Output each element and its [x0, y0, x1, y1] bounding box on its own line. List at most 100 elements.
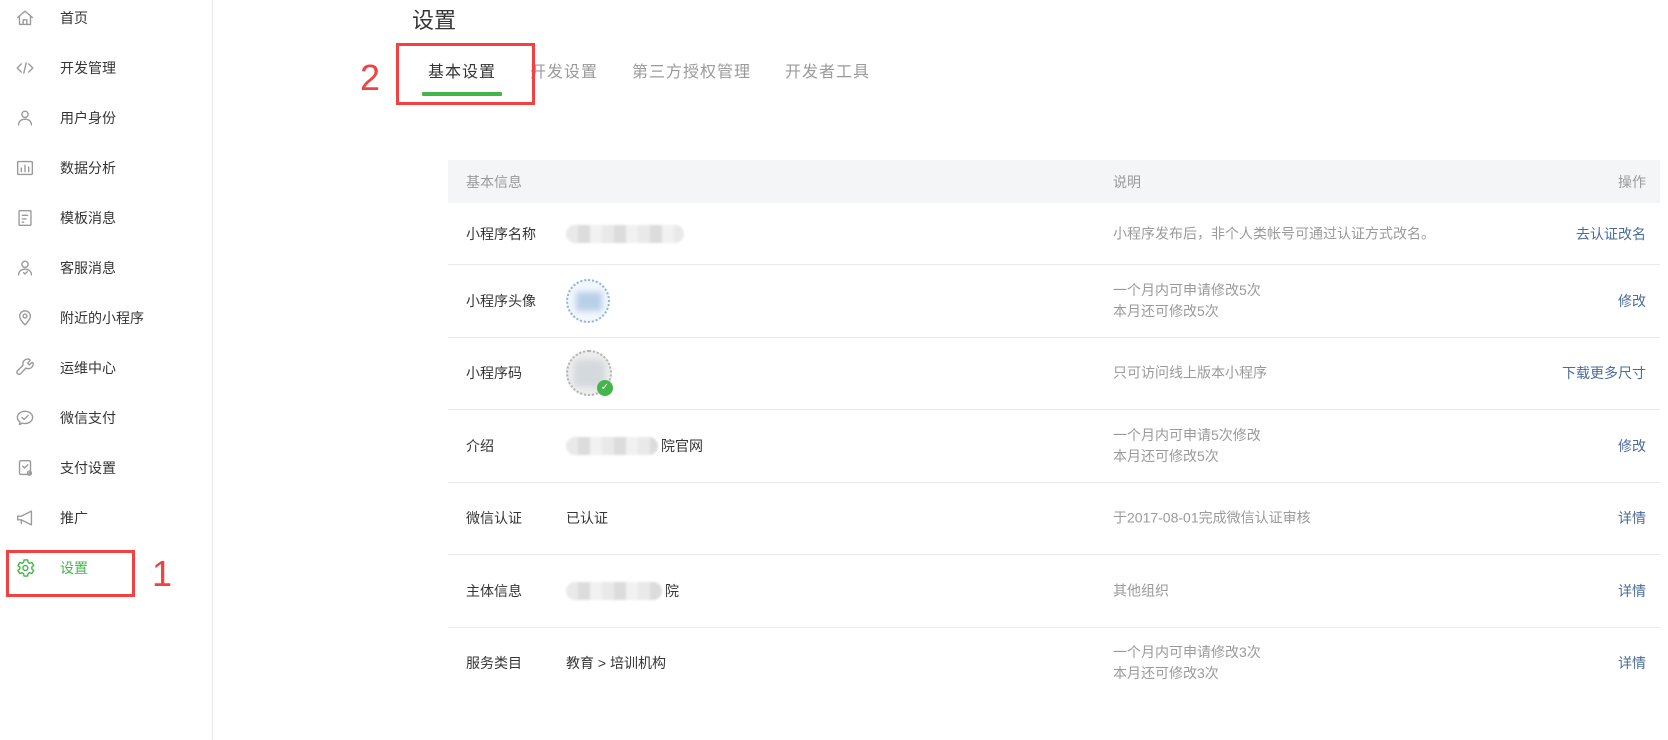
- row-action-link[interactable]: 详情: [1618, 583, 1646, 599]
- megaphone-icon: [14, 507, 36, 529]
- annotation-box-basic-settings-tab: [396, 43, 535, 105]
- sidebar-item-label: 开发管理: [60, 58, 116, 78]
- tab-3[interactable]: 第三方授权管理: [632, 58, 751, 96]
- sidebar: 首页 开发管理 用户身份 数据分析 模板消息 客服消息 附近的小程序 运维中心 …: [0, 0, 213, 740]
- table-row: 小程序头像 一个月内可申请修改5次本月还可修改5次 修改: [448, 264, 1660, 337]
- wrench-icon: [14, 357, 36, 379]
- table-row: 主体信息 院 其他组织 详情: [448, 554, 1660, 627]
- row-value: [566, 225, 684, 243]
- mini-program-avatar-image: [566, 279, 610, 323]
- column-header-basic-info: 基本信息: [466, 172, 522, 192]
- tab-4[interactable]: 开发者工具: [785, 58, 870, 96]
- table-row: 微信认证 已认证 于2017-08-01完成微信认证审核 详情: [448, 482, 1660, 555]
- sidebar-item-6[interactable]: 客服消息: [0, 243, 212, 293]
- sidebar-item-4[interactable]: 数据分析: [0, 143, 212, 193]
- sidebar-item-label: 附近的小程序: [60, 308, 144, 328]
- redacted-text: [566, 437, 658, 455]
- description-line: 一个月内可申请修改3次: [1113, 642, 1261, 663]
- sidebar-item-label: 支付设置: [60, 458, 116, 478]
- verified-check-badge: ✓: [597, 380, 613, 396]
- row-description: 一个月内可申请修改5次本月还可修改5次: [1113, 280, 1261, 322]
- description-line: 一个月内可申请修改5次: [1113, 280, 1261, 301]
- description-line: 于2017-08-01完成微信认证审核: [1113, 508, 1311, 529]
- row-description: 只可访问线上版本小程序: [1113, 363, 1267, 384]
- column-header-action: 操作: [1618, 172, 1646, 192]
- template-message-icon: [14, 207, 36, 229]
- row-action-link[interactable]: 下载更多尺寸: [1562, 365, 1646, 381]
- sidebar-item-7[interactable]: 附近的小程序: [0, 293, 212, 343]
- row-description: 小程序发布后，非个人类帐号可通过认证方式改名。: [1113, 223, 1435, 244]
- sidebar-item-11[interactable]: 推广: [0, 493, 212, 543]
- sidebar-item-2[interactable]: 开发管理: [0, 43, 212, 93]
- sidebar-item-label: 模板消息: [60, 208, 116, 228]
- sidebar-item-10[interactable]: 支付设置: [0, 443, 212, 493]
- row-action-link[interactable]: 修改: [1618, 438, 1646, 454]
- row-description: 于2017-08-01完成微信认证审核: [1113, 508, 1311, 529]
- description-line: 本月还可修改5次: [1113, 446, 1261, 467]
- settings-table: 基本信息 说明 操作 小程序名称 小程序发布后，非个人类帐号可通过认证方式改名。…: [448, 160, 1660, 699]
- mini-program-code-image: ✓: [566, 350, 612, 396]
- redacted-text: [566, 225, 684, 243]
- row-value: [566, 279, 610, 323]
- description-line: 本月还可修改5次: [1113, 301, 1261, 322]
- code-icon: [14, 57, 36, 79]
- annotation-number-2: 2: [360, 60, 380, 96]
- row-action-link[interactable]: 详情: [1618, 510, 1646, 526]
- row-value: 院官网: [566, 436, 703, 456]
- value-visible-suffix: 院: [665, 581, 679, 601]
- row-label: 主体信息: [466, 581, 522, 601]
- sidebar-item-label: 数据分析: [60, 158, 116, 178]
- row-label: 服务类目: [466, 653, 522, 673]
- sidebar-item-label: 推广: [60, 508, 88, 528]
- description-line: 其他组织: [1113, 580, 1169, 601]
- table-row: 介绍 院官网 一个月内可申请5次修改本月还可修改5次 修改: [448, 409, 1660, 482]
- bar-chart-icon: [14, 157, 36, 179]
- description-line: 本月还可修改3次: [1113, 663, 1261, 684]
- sidebar-nav: 首页 开发管理 用户身份 数据分析 模板消息 客服消息 附近的小程序 运维中心 …: [0, 0, 212, 593]
- sidebar-item-8[interactable]: 运维中心: [0, 343, 212, 393]
- row-label: 小程序名称: [466, 224, 536, 244]
- main-content: 设置 基本设置 开发设置 第三方授权管理 开发者工具 基本信息 说明 操作 小程…: [214, 0, 1668, 740]
- description-line: 小程序发布后，非个人类帐号可通过认证方式改名。: [1113, 223, 1435, 244]
- row-label: 小程序头像: [466, 291, 536, 311]
- sidebar-item-label: 首页: [60, 8, 88, 28]
- sidebar-item-9[interactable]: 微信支付: [0, 393, 212, 443]
- table-body: 小程序名称 小程序发布后，非个人类帐号可通过认证方式改名。 去认证改名 小程序头…: [448, 203, 1660, 699]
- row-description: 一个月内可申请修改3次本月还可修改3次: [1113, 642, 1261, 684]
- column-header-description: 说明: [1113, 172, 1141, 192]
- row-value: ✓: [566, 350, 612, 396]
- row-label: 介绍: [466, 436, 494, 456]
- sidebar-item-3[interactable]: 用户身份: [0, 93, 212, 143]
- user-icon: [14, 107, 36, 129]
- row-action-link[interactable]: 修改: [1618, 293, 1646, 309]
- payment-settings-icon: [14, 457, 36, 479]
- customer-service-icon: [14, 257, 36, 279]
- description-line: 只可访问线上版本小程序: [1113, 363, 1267, 384]
- row-action-link[interactable]: 去认证改名: [1576, 226, 1646, 242]
- description-line: 一个月内可申请5次修改: [1113, 425, 1261, 446]
- sidebar-item-label: 用户身份: [60, 108, 116, 128]
- tab-2[interactable]: 开发设置: [530, 58, 598, 96]
- value-visible-suffix: 院官网: [661, 436, 703, 456]
- table-row: 小程序名称 小程序发布后，非个人类帐号可通过认证方式改名。 去认证改名: [448, 203, 1660, 264]
- row-label: 小程序码: [466, 363, 522, 383]
- location-pin-icon: [14, 307, 36, 329]
- sidebar-item-1[interactable]: 首页: [0, 0, 212, 43]
- sidebar-item-5[interactable]: 模板消息: [0, 193, 212, 243]
- table-row: 小程序码 ✓ 只可访问线上版本小程序 下载更多尺寸: [448, 337, 1660, 410]
- sidebar-item-label: 运维中心: [60, 358, 116, 378]
- sidebar-item-label: 客服消息: [60, 258, 116, 278]
- row-value: 院: [566, 581, 679, 601]
- row-description: 一个月内可申请5次修改本月还可修改5次: [1113, 425, 1261, 467]
- sidebar-item-label: 微信支付: [60, 408, 116, 428]
- table-header: 基本信息 说明 操作: [448, 160, 1660, 203]
- annotation-box-settings-item: [6, 550, 135, 597]
- redacted-text: [566, 582, 662, 600]
- annotation-number-1: 1: [152, 556, 172, 592]
- home-icon: [14, 7, 36, 29]
- page-title: 设置: [412, 3, 456, 35]
- row-description: 其他组织: [1113, 580, 1169, 601]
- row-action-link[interactable]: 详情: [1618, 655, 1646, 671]
- row-value: 已认证: [566, 508, 608, 528]
- row-value: 教育 > 培训机构: [566, 653, 666, 673]
